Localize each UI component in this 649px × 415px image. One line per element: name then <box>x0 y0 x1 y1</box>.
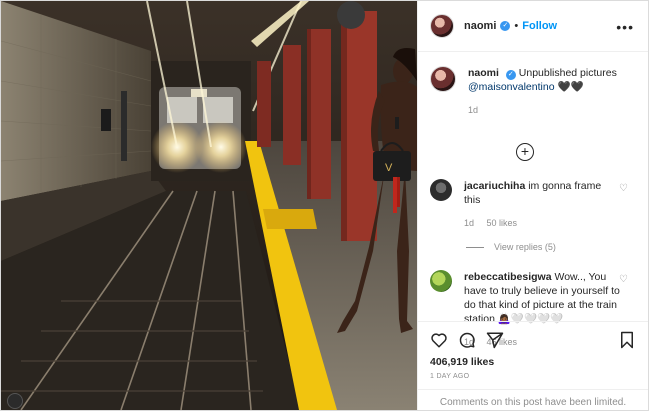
load-more-comments-icon[interactable]: + <box>516 143 534 161</box>
post-age[interactable]: 1 DAY AGO <box>430 373 636 380</box>
comments-section: naomi ✓ Unpublished pictures @maisonvale… <box>418 52 648 347</box>
comment-item: jacariuchiha im gonna frame this 1d 50 l… <box>430 179 636 230</box>
comments-limited-notice: Comments on this post have been limited. <box>418 389 648 411</box>
like-count[interactable]: 406,919 likes <box>430 356 636 368</box>
post-header: naomi ✓ • Follow ••• <box>418 1 648 52</box>
share-paper-plane-icon[interactable] <box>486 331 504 349</box>
comment-username[interactable]: jacariuchiha <box>464 180 525 192</box>
caption-emoji: 🖤🖤 <box>557 81 584 93</box>
view-replies-button[interactable]: View replies (5) <box>466 242 636 252</box>
post-photo[interactable]: V <box>1 1 417 410</box>
comment-age[interactable]: 1d <box>464 218 474 228</box>
commenter-avatar[interactable] <box>430 270 452 292</box>
subway-photo-illustration: V <box>1 1 417 410</box>
like-heart-icon[interactable] <box>430 331 448 349</box>
post-sidebar: naomi ✓ • Follow ••• naomi ✓ Unpublished… <box>417 1 648 410</box>
caption: naomi ✓ Unpublished pictures @maisonvale… <box>430 66 636 117</box>
caption-mention[interactable]: @maisonvalentino <box>468 81 555 93</box>
comment-bubble-icon[interactable] <box>458 331 476 349</box>
verified-badge-icon: ✓ <box>505 70 516 80</box>
caption-age[interactable]: 1d <box>468 105 478 115</box>
comment-like-heart-icon[interactable]: ♡ <box>619 183 628 194</box>
caption-username[interactable]: naomi <box>468 67 499 79</box>
post-modal: V naomi ✓ • Follow ••• naomi ✓ Unpublish… <box>0 0 649 411</box>
header-separator: • <box>514 20 519 32</box>
replies-divider <box>466 246 484 248</box>
avatar[interactable] <box>430 14 454 38</box>
caption-text: Unpublished pictures <box>518 67 617 79</box>
more-dots-icon[interactable]: ••• <box>616 19 634 35</box>
save-bookmark-icon[interactable] <box>618 331 636 349</box>
caption-avatar[interactable] <box>430 66 456 92</box>
post-actions: 406,919 likes 1 DAY AGO <box>418 321 648 380</box>
comment-username[interactable]: rebeccatibesigwa <box>464 271 552 283</box>
comment-likes[interactable]: 50 likes <box>487 218 518 228</box>
header-username[interactable]: naomi <box>464 20 496 32</box>
comment-like-heart-icon[interactable]: ♡ <box>619 274 628 285</box>
svg-text:V: V <box>385 162 393 174</box>
commenter-avatar[interactable] <box>430 179 452 201</box>
follow-button[interactable]: Follow <box>522 20 557 32</box>
view-replies-label: View replies (5) <box>494 242 556 252</box>
photo-corner-badge-icon[interactable] <box>7 393 23 409</box>
verified-badge-icon: ✓ <box>500 21 511 31</box>
